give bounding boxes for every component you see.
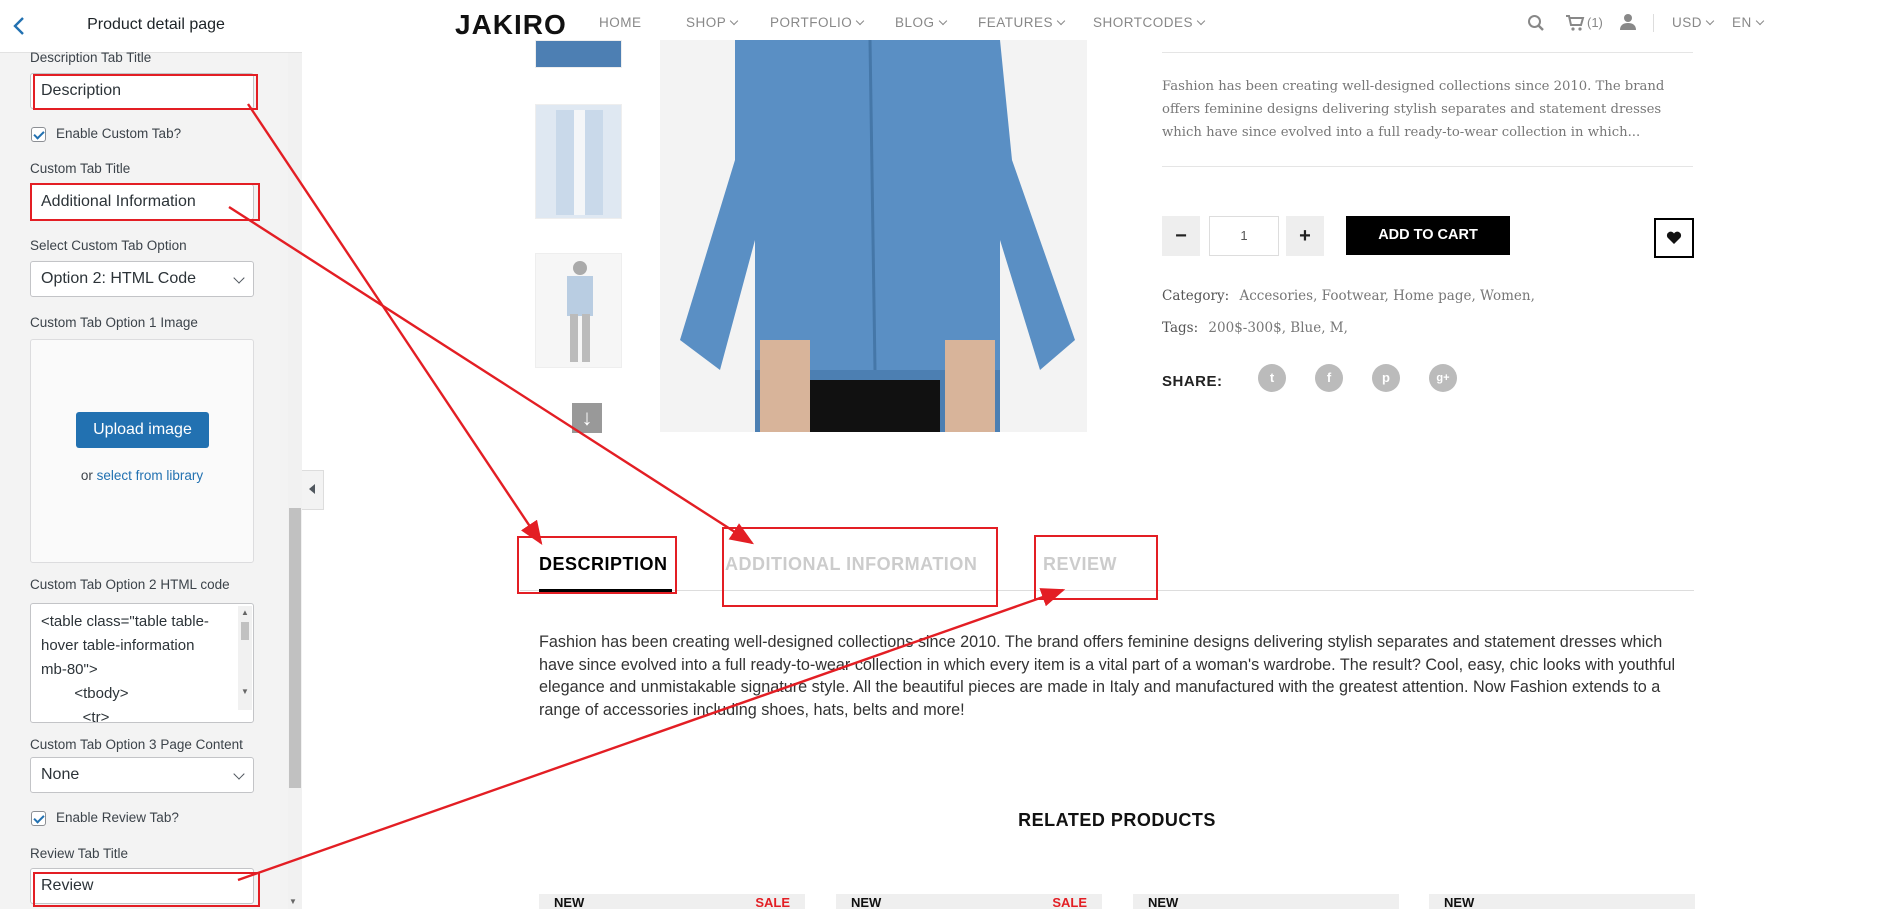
annotation-arrows [228, 103, 1066, 882]
screen: Product detail page Description Tab Titl… [0, 0, 1885, 909]
